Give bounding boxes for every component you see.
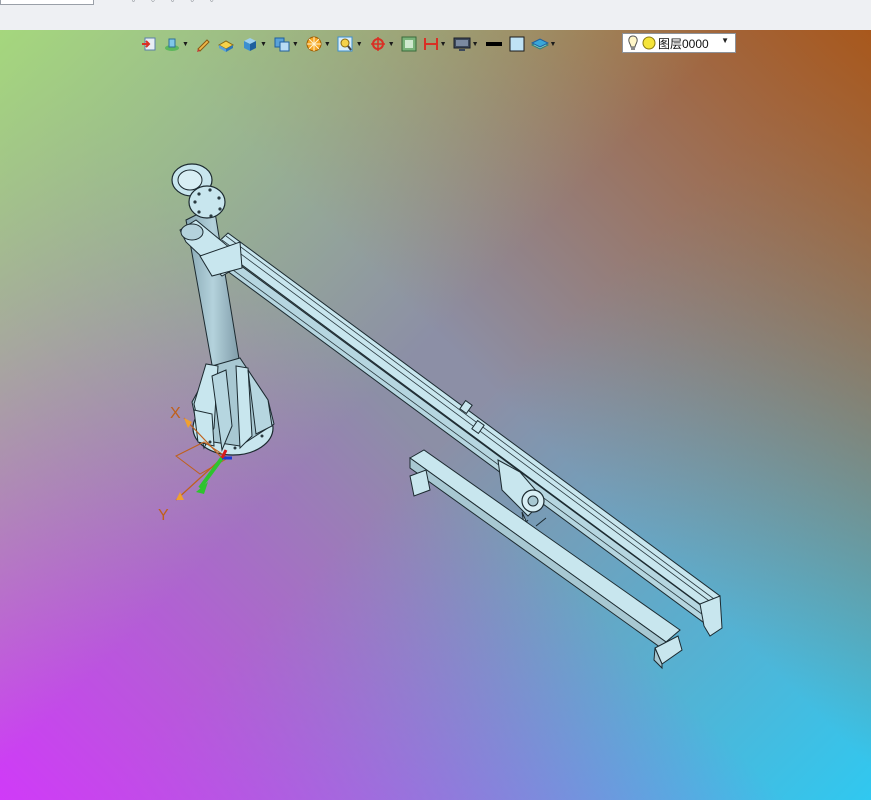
3d-viewport[interactable]: ▼ ▼ ▼ ▼ ▼ ▼ ▼ ▼ ▼ 图层0000 ▼ X Y	[0, 30, 871, 800]
mast-base[interactable]	[191, 357, 275, 456]
ribbon-field[interactable]	[0, 0, 94, 5]
ribbon-icons-partial: ⌒ ◦ ◦ ◦ ◦ ◦	[104, 0, 220, 7]
y-axis-label: Y	[158, 507, 169, 524]
model-scene[interactable]: X Y	[0, 30, 871, 800]
top-ribbon-strip: ⌒ ◦ ◦ ◦ ◦ ◦	[0, 0, 871, 31]
upper-boom[interactable]	[214, 232, 723, 637]
x-axis-label: X	[170, 405, 181, 422]
mast[interactable]	[171, 163, 243, 377]
